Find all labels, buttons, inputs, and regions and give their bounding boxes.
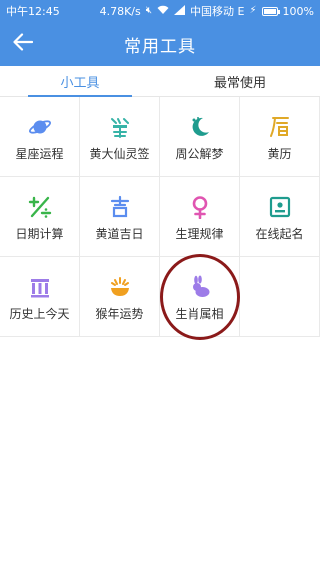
history-columns-icon [28,275,52,299]
tool-online-naming[interactable]: 在线起名 [240,177,320,257]
tool-dream-interpretation[interactable]: 周公解梦 [160,97,240,177]
tab-bar: 小工具 最常使用 [0,66,320,97]
almanac-icon [268,115,292,139]
tool-label: 黄大仙灵签 [89,147,150,161]
grid-row: 日期计算 黄道吉日 生理规律 在线起名 [0,177,320,257]
tool-label: 黄道吉日 [95,227,144,241]
arrow-left-icon [13,33,34,55]
status-bar: 中午12:45 4.78K/s 🔇︎ 中国移动 E ⚡︎ 100% [0,0,320,22]
empty-cell [240,257,320,337]
carrier-name: 中国移动 E [190,5,245,18]
grid-row: 历史上今天 猴年运势 生肖属相 [0,257,320,337]
fortune-bowl-icon [108,275,132,299]
page-title: 常用工具 [124,36,196,57]
status-right-group: 4.78K/s 🔇︎ 中国移动 E ⚡︎ 100% [100,3,314,19]
tool-zodiac-sign[interactable]: 生肖属相 [160,257,240,337]
tool-label: 星座运程 [15,147,64,161]
battery-percent: 100% [282,4,314,18]
tools-grid: 星座运程 黄大仙灵签 周公解梦 黄历 日期计算 黄道吉日 生理规律 在线起名 历… [0,97,320,337]
moon-stars-icon [188,115,212,139]
tool-label: 黄历 [267,147,292,161]
network-speed: 4.78K/s [99,4,141,18]
tab-tools[interactable]: 小工具 [0,66,160,97]
app-bar: 常用工具 [0,22,320,66]
tool-label: 在线起名 [255,227,304,241]
tool-label: 周公解梦 [175,147,224,161]
tool-wong-tai-sin[interactable]: 黄大仙灵签 [80,97,160,177]
tool-label: 生肖属相 [175,307,224,321]
tool-horoscope[interactable]: 星座运程 [0,97,80,177]
tool-monkey-year-fortune[interactable]: 猴年运势 [80,257,160,337]
tab-most-used[interactable]: 最常使用 [160,66,320,96]
tool-almanac[interactable]: 黄历 [240,97,320,177]
signal-icon [174,4,186,18]
lot-sign-icon [108,115,132,139]
name-card-icon [268,195,292,219]
planet-icon [28,115,52,139]
grid-row: 星座运程 黄大仙灵签 周公解梦 黄历 [0,97,320,177]
tool-history-today[interactable]: 历史上今天 [0,257,80,337]
tool-label: 日期计算 [15,227,64,241]
tab-most-used-label: 最常使用 [213,75,266,91]
tool-label: 历史上今天 [9,307,70,321]
tool-label: 生理规律 [175,227,224,241]
battery-fill [263,8,276,14]
charging-icon: ⚡︎ [249,5,257,16]
date-calc-icon [28,195,52,219]
tool-menstrual-cycle[interactable]: 生理规律 [160,177,240,257]
tool-lucky-day[interactable]: 黄道吉日 [80,177,160,257]
female-symbol-icon [188,195,212,219]
tab-tools-label: 小工具 [60,75,100,91]
tool-date-calc[interactable]: 日期计算 [0,177,80,257]
tool-label: 猴年运势 [95,307,144,321]
mute-icon: 🔇︎ [145,5,153,16]
back-button[interactable] [8,29,38,59]
rabbit-icon [188,275,212,299]
lucky-day-icon [108,195,132,219]
battery-icon [261,6,280,16]
wifi-icon [157,5,169,18]
status-time: 中午12:45 [6,5,60,18]
